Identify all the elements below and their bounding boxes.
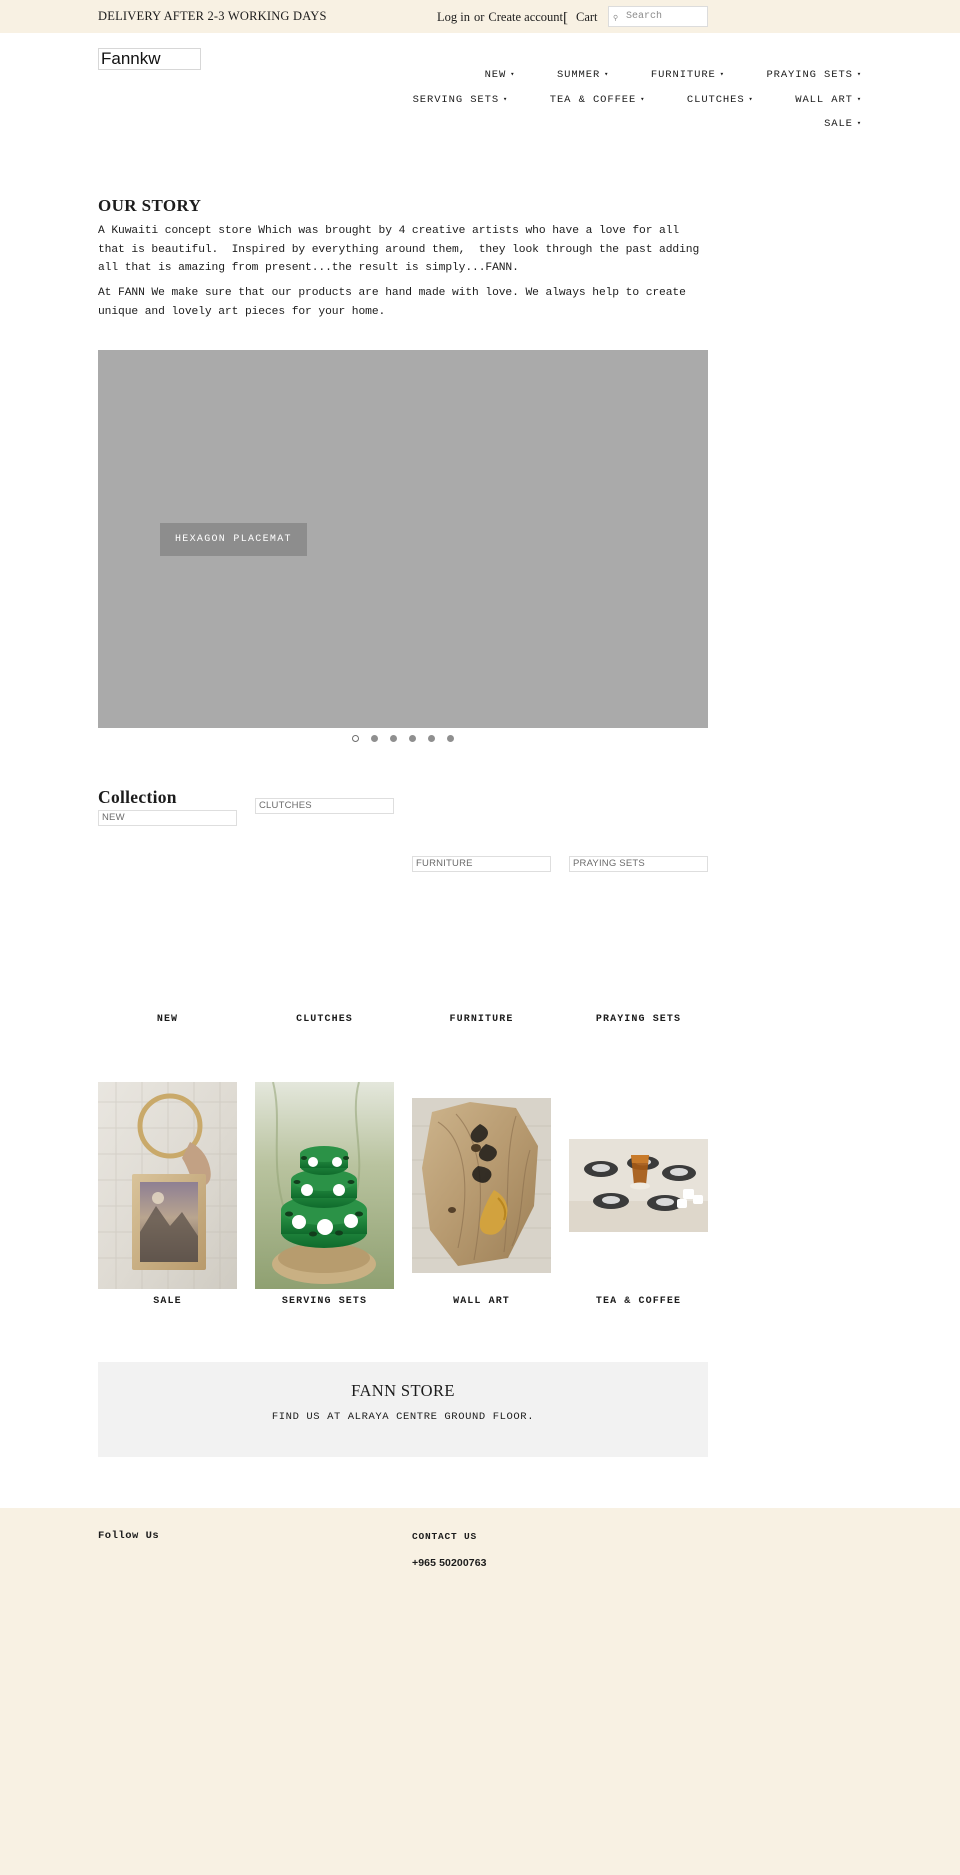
chevron-down-icon: ▾ xyxy=(748,95,754,104)
chevron-down-icon: ▾ xyxy=(510,71,516,79)
nav-row-1: NEW ▾ SUMMER ▾ FURNITURE ▾ PRAYING SETS ▾ xyxy=(0,64,960,82)
nav-label: SUMMER xyxy=(556,69,601,81)
cart-icon: [ xyxy=(563,10,568,26)
slide-dot-5[interactable] xyxy=(428,735,435,742)
nav-label: NEW xyxy=(484,69,507,81)
collection-image-sale[interactable] xyxy=(98,1082,237,1289)
collection-label-wall-art[interactable]: WALL ART xyxy=(412,1296,551,1307)
chevron-down-icon: ▾ xyxy=(719,71,725,79)
collection-label-tea-and-coffee[interactable]: TEA & COFFEE xyxy=(569,1296,708,1307)
nav-label: PRAYING SETS xyxy=(766,69,853,81)
nav-item-tea-and-coffee[interactable]: TEA & COFFEE ▾ xyxy=(550,94,646,106)
nav-label: CLUTCHES xyxy=(686,93,745,106)
login-link[interactable]: Log in xyxy=(437,10,470,24)
search-icon: ⚲ xyxy=(613,15,619,23)
collection-image-tea-and-coffee[interactable] xyxy=(569,1139,708,1232)
nav-label: SALE xyxy=(824,118,853,130)
chevron-down-icon: ▾ xyxy=(604,71,610,79)
nav-item-summer[interactable]: SUMMER ▾ xyxy=(557,69,609,81)
slideshow-pagination xyxy=(98,735,708,742)
collection-label-clutches[interactable]: CLUTCHES xyxy=(255,1014,394,1025)
nav-item-sale[interactable]: SALE ▾ xyxy=(824,118,862,130)
nav-label: SERVING SETS xyxy=(412,93,500,106)
footer-phone-number[interactable]: +965 50200763 xyxy=(412,1557,487,1569)
nav-item-praying-sets[interactable]: PRAYING SETS ▾ xyxy=(766,69,862,81)
collection-image-wall-art[interactable] xyxy=(412,1098,551,1273)
slide-dot-6[interactable] xyxy=(447,735,454,742)
nav-label: TEA & COFFEE xyxy=(549,93,637,106)
collection-label-sale[interactable]: SALE xyxy=(98,1296,237,1307)
delivery-notice: DELIVERY AFTER 2-3 WORKING DAYS xyxy=(98,9,327,23)
store-subtitle: FIND US AT ALRAYA CENTRE GROUND FLOOR. xyxy=(271,1411,535,1423)
chevron-down-icon: ▾ xyxy=(856,120,862,128)
chevron-down-icon: ▾ xyxy=(856,71,862,79)
slide-dot-1[interactable] xyxy=(352,735,359,742)
account-links: Log in or Create account xyxy=(437,10,563,25)
chevron-down-icon: ▾ xyxy=(856,95,862,104)
collection-label-furniture[interactable]: FURNITURE xyxy=(412,1014,551,1025)
nav-row-3: SALE ▾ xyxy=(0,113,960,131)
slide-dot-2[interactable] xyxy=(371,735,378,742)
collection-heading: Collection xyxy=(98,786,177,807)
store-info-band: FANN STORE FIND US AT ALRAYA CENTRE GROU… xyxy=(98,1362,708,1457)
cart-label: Cart xyxy=(576,10,598,24)
store-title: FANN STORE xyxy=(351,1381,455,1400)
broken-image-praying-sets[interactable]: PRAYING SETS xyxy=(569,856,708,872)
chevron-down-icon: ▾ xyxy=(640,95,646,104)
hero-caption[interactable]: HEXAGON PLACEMAT xyxy=(160,523,307,556)
broken-image-furniture[interactable]: FURNITURE xyxy=(412,856,551,872)
nav-item-serving-sets[interactable]: SERVING SETS ▾ xyxy=(413,94,509,106)
collection-label-praying-sets[interactable]: PRAYING SETS xyxy=(569,1014,708,1025)
nav-item-clutches[interactable]: CLUTCHES ▾ xyxy=(687,94,754,106)
nav-label: WALL ART xyxy=(795,93,853,106)
nav-item-new[interactable]: NEW ▾ xyxy=(485,69,516,81)
collection-image-serving-sets[interactable] xyxy=(255,1082,394,1289)
broken-image-new[interactable]: NEW xyxy=(98,810,237,826)
or-separator: or xyxy=(473,10,485,24)
collection-label-new[interactable]: NEW xyxy=(98,1014,237,1025)
hero-slideshow[interactable]: HEXAGON PLACEMAT xyxy=(98,350,708,728)
slide-dot-4[interactable] xyxy=(409,735,416,742)
slide-dot-3[interactable] xyxy=(390,735,397,742)
collection-label-serving-sets[interactable]: SERVING SETS xyxy=(255,1296,394,1307)
footer-contact-heading: CONTACT US xyxy=(412,1531,478,1542)
nav-item-furniture[interactable]: FURNITURE ▾ xyxy=(651,69,725,81)
our-story-paragraph-1: A Kuwaiti concept store Which was brough… xyxy=(98,225,706,274)
broken-image-clutches[interactable]: CLUTCHES xyxy=(255,798,394,814)
cart-link[interactable]: [ Cart xyxy=(563,10,598,26)
nav-label: FURNITURE xyxy=(650,69,716,81)
our-story-heading: OUR STORY xyxy=(98,196,202,216)
search-input[interactable] xyxy=(624,7,708,26)
nav-item-wall-art[interactable]: WALL ART ▾ xyxy=(795,94,862,106)
chevron-down-icon: ▾ xyxy=(503,95,509,104)
footer-follow-us-heading: Follow Us xyxy=(98,1530,160,1542)
create-account-link[interactable]: Create account xyxy=(488,10,563,24)
search-box[interactable]: ⚲ xyxy=(608,6,708,27)
nav-row-2: SERVING SETS ▾ TEA & COFFEE ▾ CLUTCHES ▾ WA… xyxy=(0,89,960,107)
announcement-bar: DELIVERY AFTER 2-3 WORKING DAYS Log in or… xyxy=(0,0,960,33)
our-story-paragraph-2: At FANN We make sure that our products a… xyxy=(98,287,693,318)
